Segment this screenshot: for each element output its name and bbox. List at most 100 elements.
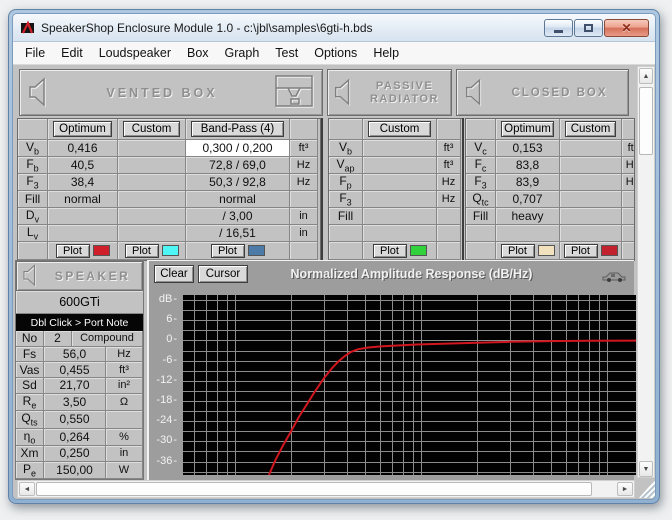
- row-label: Fill: [466, 208, 496, 225]
- plot-button[interactable]: Plot: [56, 244, 90, 258]
- clear-button[interactable]: Clear: [154, 265, 194, 283]
- vented-box-label: VENTED BOX: [56, 86, 268, 100]
- row-label: Qtc: [466, 191, 496, 208]
- alignment-button-custom[interactable]: Custom: [368, 121, 431, 137]
- value-cell: [118, 208, 186, 225]
- speaker-header[interactable]: SPEAKER: [16, 261, 143, 291]
- close-button[interactable]: ✕: [604, 19, 649, 37]
- param-row: Vapft³: [329, 157, 463, 174]
- spec-unit: W: [106, 462, 143, 479]
- param-row: Fill: [329, 208, 463, 225]
- speaker-model[interactable]: 600GTi: [16, 291, 143, 314]
- plot-button[interactable]: Plot: [373, 244, 407, 258]
- spec-value: 0,455: [44, 362, 106, 378]
- value-cell: [363, 157, 437, 174]
- spec-value: 0,250: [44, 446, 106, 462]
- scroll-down-button[interactable]: ▼: [639, 461, 653, 477]
- scroll-left-button[interactable]: ◄: [19, 482, 35, 496]
- plot-button-row: Plot Plot Plot: [18, 242, 320, 260]
- plot-button[interactable]: Plot: [125, 244, 159, 258]
- param-row: F3Hz: [329, 191, 463, 208]
- response-curve: [269, 341, 636, 475]
- value-cell: [560, 208, 622, 225]
- value-cell: 0,707: [496, 191, 560, 208]
- plot-area[interactable]: [183, 295, 636, 475]
- value-cell: [363, 140, 437, 157]
- spec-label: Re: [16, 394, 44, 411]
- plot-button[interactable]: Plot: [211, 244, 245, 258]
- passive-radiator-label: PASSIVE RADIATOR: [358, 80, 451, 106]
- vented-box-header[interactable]: VENTED BOX: [19, 69, 323, 116]
- param-row: Fb40,572,8 / 69,0Hz: [18, 157, 320, 174]
- unit-label: ft³: [437, 157, 461, 174]
- scroll-up-button[interactable]: ▲: [639, 68, 653, 84]
- column-header-cell: Band-Pass (4): [186, 119, 290, 140]
- car-icon[interactable]: [601, 268, 627, 282]
- unit-label: [437, 225, 461, 242]
- param-row: FpHz: [329, 174, 463, 191]
- alignment-button-optimum[interactable]: Optimum: [501, 121, 554, 137]
- unit-label: [622, 191, 635, 208]
- column-header-cell: Optimum: [496, 119, 560, 140]
- row-label: [329, 225, 363, 242]
- unit-label: in: [290, 225, 318, 242]
- y-axis-label: -12: [149, 374, 177, 387]
- y-axis-label: -36: [149, 455, 177, 468]
- horizontal-scrollbar: ◄ ►: [17, 480, 635, 498]
- plot-cell: Plot: [496, 242, 560, 260]
- value-cell: [48, 208, 118, 225]
- menu-item-file[interactable]: File: [17, 43, 53, 64]
- param-row: Dv/ 3,00in: [18, 208, 320, 225]
- menu-item-edit[interactable]: Edit: [53, 43, 91, 64]
- driver-mode[interactable]: Compound: [72, 331, 143, 347]
- menu-item-box[interactable]: Box: [179, 43, 217, 64]
- value-input-cell[interactable]: 0,300 / 0,200: [186, 140, 290, 157]
- alignment-button-custom[interactable]: Custom: [123, 121, 180, 137]
- plot-button[interactable]: Plot: [501, 244, 535, 258]
- title-bar[interactable]: SpeakerShop Enclosure Module 1.0 - c:\jb…: [13, 14, 655, 42]
- vertical-scroll-thumb[interactable]: [639, 87, 653, 155]
- plot-button[interactable]: Plot: [564, 244, 598, 258]
- value-cell: 50,3 / 92,8: [186, 174, 290, 191]
- spec-label: Xm: [16, 446, 44, 462]
- row-label: Vb: [18, 140, 48, 157]
- value-cell: 0,153: [496, 140, 560, 157]
- scroll-right-button[interactable]: ►: [617, 482, 633, 496]
- y-axis-label: -18: [149, 394, 177, 407]
- menu-item-loudspeaker[interactable]: Loudspeaker: [91, 43, 179, 64]
- speaker-spec-row: ηo0,264%: [16, 429, 143, 446]
- unit-label: ft³: [437, 140, 461, 157]
- menu-item-help[interactable]: Help: [365, 43, 407, 64]
- row-label: Fc: [466, 157, 496, 174]
- speaker-spec-row: Vas0,455ft³: [16, 362, 143, 378]
- resize-grip[interactable]: [639, 480, 655, 498]
- maximize-button[interactable]: [574, 19, 603, 37]
- menu-item-options[interactable]: Options: [306, 43, 365, 64]
- cursor-button[interactable]: Cursor: [198, 265, 248, 283]
- y-axis-label: 6: [149, 313, 177, 326]
- passive-radiator-header[interactable]: PASSIVE RADIATOR: [327, 69, 452, 116]
- alignment-button-custom[interactable]: Custom: [565, 121, 616, 137]
- closed-box-header[interactable]: CLOSED BOX: [456, 69, 629, 116]
- spacer-cell: [329, 242, 363, 260]
- spec-label: Fs: [16, 347, 44, 363]
- alignment-button-band-pass-4-[interactable]: Band-Pass (4): [191, 121, 284, 137]
- spec-value: 21,70: [44, 378, 106, 394]
- speaker-spec-row: Re3,50Ω: [16, 394, 143, 411]
- spec-value: 0,264: [44, 429, 106, 446]
- horizontal-scroll-thumb[interactable]: [36, 482, 592, 496]
- value-cell: 38,4: [48, 174, 118, 191]
- speaker-spec-table: No2CompoundFs56,0HzVas0,455ft³Sd21,70in²…: [16, 331, 143, 479]
- spec-unit: in²: [106, 378, 143, 394]
- value-cell: 0,416: [48, 140, 118, 157]
- unit-header-cell: [437, 119, 461, 140]
- menu-item-test[interactable]: Test: [267, 43, 306, 64]
- alignment-button-optimum[interactable]: Optimum: [53, 121, 112, 137]
- row-label: Dv: [18, 208, 48, 225]
- unit-label: Hz: [290, 174, 318, 191]
- menu-item-graph[interactable]: Graph: [217, 43, 268, 64]
- minimize-button[interactable]: [544, 19, 573, 37]
- value-cell: [363, 174, 437, 191]
- desktop: SpeakerShop Enclosure Module 1.0 - c:\jb…: [0, 0, 672, 520]
- spec-value: 0,550: [44, 411, 106, 428]
